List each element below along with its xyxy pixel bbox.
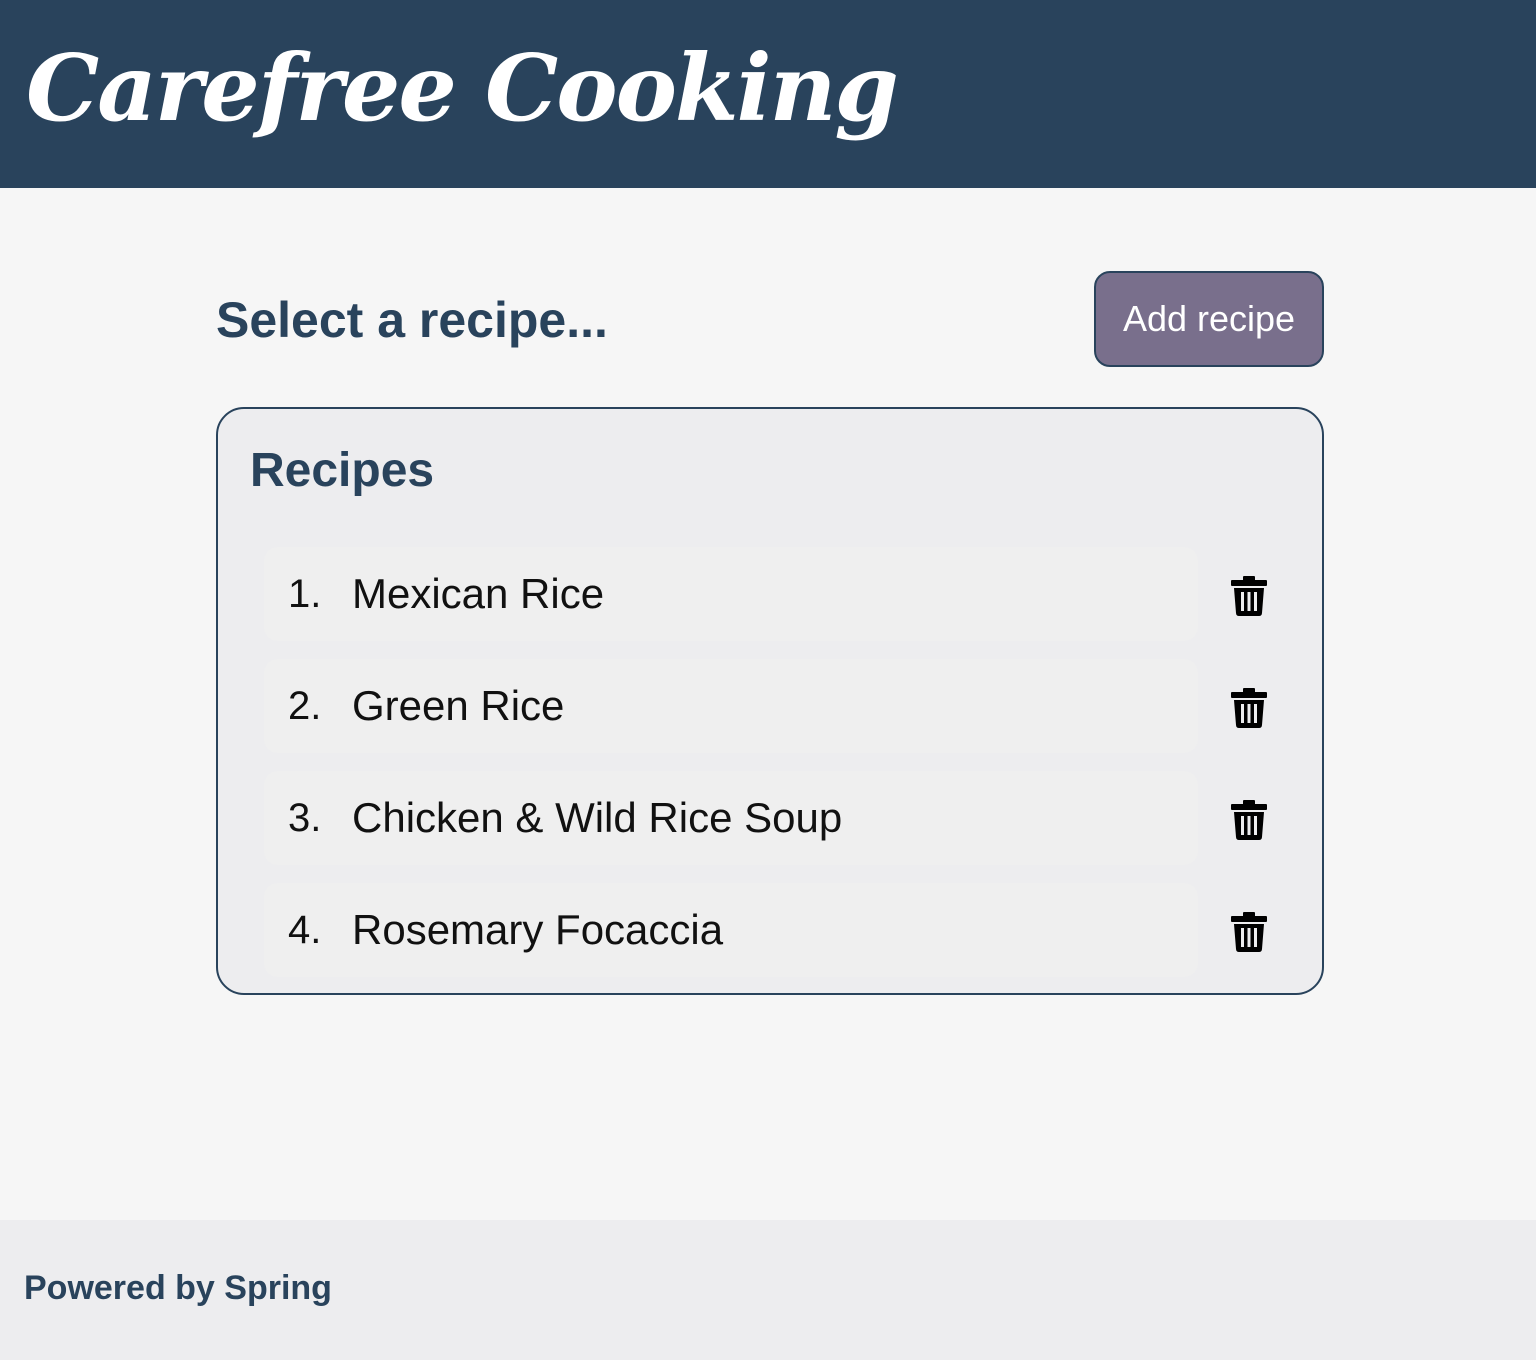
- recipe-number: 4.: [288, 908, 322, 952]
- trash-icon: [1231, 688, 1267, 728]
- recipe-number: 3.: [288, 796, 322, 840]
- delete-recipe-button[interactable]: [1228, 574, 1270, 618]
- delete-recipe-button[interactable]: [1228, 686, 1270, 730]
- recipes-title: Recipes: [250, 444, 435, 497]
- recipes-card: Recipes 1. Mexican Rice 2. Green Rice 3.…: [216, 407, 1324, 995]
- recipe-link[interactable]: Green Rice: [352, 659, 564, 753]
- delete-recipe-button[interactable]: [1228, 798, 1270, 842]
- delete-recipe-button[interactable]: [1228, 910, 1270, 954]
- app-header: Carefree Cooking: [0, 0, 1536, 188]
- recipe-item: 4. Rosemary Focaccia: [264, 883, 1267, 977]
- recipe-link[interactable]: Chicken & Wild Rice Soup: [352, 771, 842, 865]
- trash-icon: [1231, 800, 1267, 840]
- recipe-number: 1.: [288, 572, 322, 616]
- trash-icon: [1231, 576, 1267, 616]
- recipe-item: 1. Mexican Rice: [264, 547, 1267, 641]
- powered-by-text: Powered by Spring: [24, 1269, 332, 1307]
- page-title: Select a recipe...: [216, 292, 608, 348]
- recipe-item: 2. Green Rice: [264, 659, 1267, 753]
- brand-title[interactable]: Carefree Cooking: [26, 28, 899, 148]
- app-footer: Powered by Spring: [0, 1220, 1536, 1360]
- recipe-item: 3. Chicken & Wild Rice Soup: [264, 771, 1267, 865]
- recipe-link[interactable]: Mexican Rice: [352, 547, 604, 641]
- recipe-number: 2.: [288, 684, 322, 728]
- trash-icon: [1231, 912, 1267, 952]
- recipe-list: 1. Mexican Rice 2. Green Rice 3. Chicken…: [264, 547, 1267, 995]
- add-recipe-button[interactable]: Add recipe: [1094, 271, 1324, 367]
- recipe-link[interactable]: Rosemary Focaccia: [352, 883, 723, 977]
